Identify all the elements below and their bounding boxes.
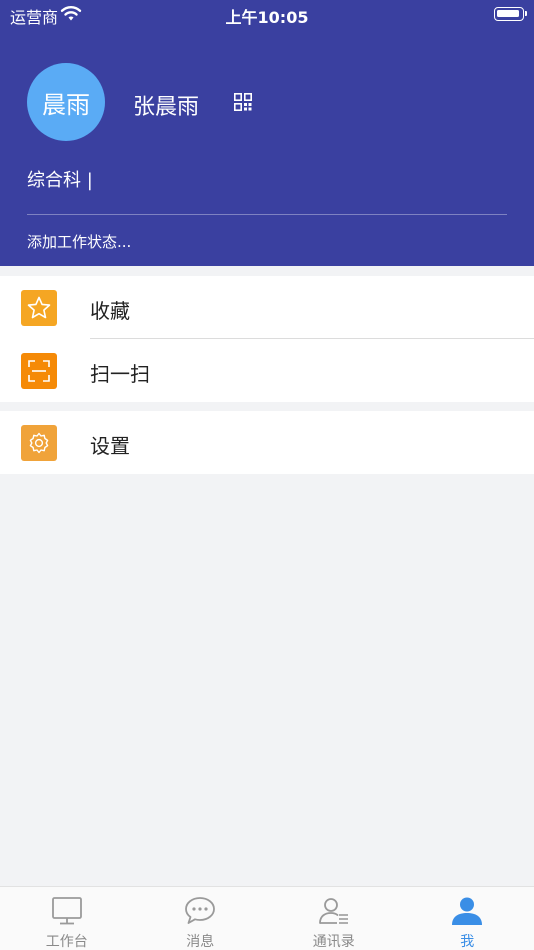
chat-bubble-icon — [185, 897, 216, 924]
department-label: 综合科 | — [27, 170, 93, 191]
menu-group-primary: 收藏 扫一扫 — [0, 276, 534, 402]
menu-label-settings: 设置 — [90, 434, 130, 458]
user-icon — [452, 897, 483, 925]
tab-label-me: 我 — [460, 934, 475, 950]
menu-item-settings[interactable]: 设置 — [0, 411, 534, 474]
tab-messages[interactable]: 消息 — [134, 887, 268, 950]
user-name: 张晨雨 — [133, 95, 200, 120]
status-time: 上午10:05 — [225, 8, 309, 27]
tab-workbench[interactable]: 工作台 — [0, 887, 134, 950]
monitor-icon — [51, 897, 82, 925]
avatar-text: 晨雨 — [42, 90, 90, 119]
profile-header: 运营商 上午10:05 晨雨 张晨雨 综合科 | 添加工作状态... — [0, 0, 534, 266]
scan-icon — [21, 353, 57, 389]
star-icon — [21, 290, 57, 326]
work-status-link[interactable]: 添加工作状态... — [27, 231, 131, 252]
tab-label-messages: 消息 — [186, 934, 215, 950]
header-divider — [27, 214, 507, 215]
menu-item-scan[interactable]: 扫一扫 — [0, 339, 534, 402]
menu-group-settings: 设置 — [0, 411, 534, 474]
qr-code-icon[interactable] — [234, 93, 252, 111]
tab-contacts[interactable]: 通讯录 — [267, 887, 401, 950]
menu-label-scan: 扫一扫 — [90, 362, 150, 386]
battery-icon — [494, 7, 527, 21]
status-bar: 运营商 上午10:05 — [0, 0, 534, 28]
tab-bar: 工作台 消息 通讯录 我 — [0, 886, 534, 950]
gear-icon — [21, 425, 57, 461]
tab-label-workbench: 工作台 — [45, 934, 88, 950]
avatar[interactable]: 晨雨 — [27, 63, 105, 141]
menu-item-favorites[interactable]: 收藏 — [0, 276, 534, 339]
tab-me[interactable]: 我 — [401, 887, 534, 950]
contacts-icon — [318, 898, 348, 924]
tab-label-contacts: 通讯录 — [312, 934, 355, 950]
menu-label-favorites: 收藏 — [90, 299, 130, 323]
